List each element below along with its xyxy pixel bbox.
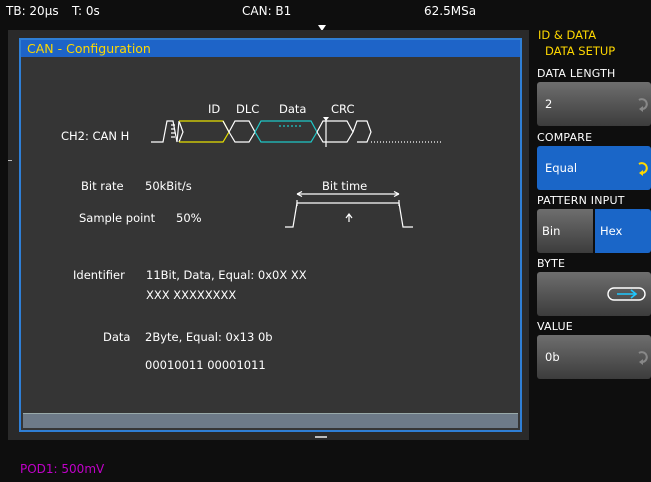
grid-tick — [8, 160, 12, 161]
frame-label-data: Data — [279, 102, 307, 116]
identifier-value: 11Bit, Data, Equal: 0x0X XX — [146, 268, 307, 282]
identifier-label: Identifier — [73, 268, 125, 282]
sample-rate-readout: 62.5MSa — [424, 4, 477, 18]
byte-select-arrow-icon — [607, 287, 646, 301]
trigger-time-readout: T: 0s — [72, 4, 100, 18]
panel-title-line2: DATA SETUP — [545, 44, 616, 58]
center-marker — [315, 436, 327, 438]
pattern-input-label: PATTERN INPUT — [537, 194, 625, 207]
data-length-button[interactable]: 2 — [537, 82, 651, 126]
pattern-bin-label: Bin — [542, 224, 561, 238]
bit-time-diagram — [285, 191, 413, 228]
pattern-hex-label: Hex — [600, 224, 623, 238]
data-bits: 00010011 00001011 — [145, 358, 266, 372]
frame-label-dlc: DLC — [236, 102, 260, 116]
pod-label: POD1: 500mV — [20, 462, 105, 476]
value-value: 0b — [545, 350, 560, 364]
timebase-readout: TB: 20µs — [6, 4, 59, 18]
value-button[interactable]: 0b — [537, 335, 651, 379]
byte-button[interactable] — [537, 272, 651, 316]
compare-label: COMPARE — [537, 131, 593, 144]
trigger-source-readout: CAN: B1 — [242, 4, 292, 18]
identifier-bits: XXX XXXXXXXX — [146, 288, 237, 302]
dialog-title: CAN - Configuration — [21, 40, 520, 57]
bit-rate-value: 50kBit/s — [145, 179, 192, 193]
rotary-knob-icon — [638, 98, 648, 112]
panel-title-line1: ID & DATA — [538, 28, 597, 42]
data-label: Data — [103, 330, 131, 344]
compare-button[interactable]: Equal — [537, 146, 651, 190]
dialog-footer — [23, 413, 518, 428]
bit-rate-label: Bit rate — [81, 179, 124, 193]
pattern-hex-button[interactable]: Hex — [595, 209, 651, 253]
frame-label-crc: CRC — [331, 102, 355, 116]
rotary-knob-icon — [638, 351, 648, 365]
data-length-value: 2 — [545, 97, 553, 111]
status-bar: TB: 20µs T: 0s CAN: B1 62.5MSa — [0, 0, 530, 22]
can-frame-diagram — [151, 117, 441, 147]
data-value: 2Byte, Equal: 0x13 0b — [145, 330, 273, 344]
compare-value: Equal — [545, 161, 578, 175]
byte-label: BYTE — [537, 257, 566, 270]
data-length-label: DATA LENGTH — [537, 67, 616, 80]
pattern-bin-button[interactable]: Bin — [537, 209, 593, 253]
frame-label-id: ID — [208, 102, 221, 116]
can-configuration-dialog: CAN - Configuration ID DLC Data CRC CH2:… — [19, 38, 522, 432]
sample-point-label: Sample point — [79, 211, 156, 225]
channel-label: CH2: CAN H — [61, 129, 130, 143]
value-label: VALUE — [537, 320, 573, 333]
rotary-knob-icon — [638, 162, 648, 176]
pattern-input-toggle: Bin Hex — [537, 209, 651, 253]
sample-point-value: 50% — [176, 211, 202, 225]
